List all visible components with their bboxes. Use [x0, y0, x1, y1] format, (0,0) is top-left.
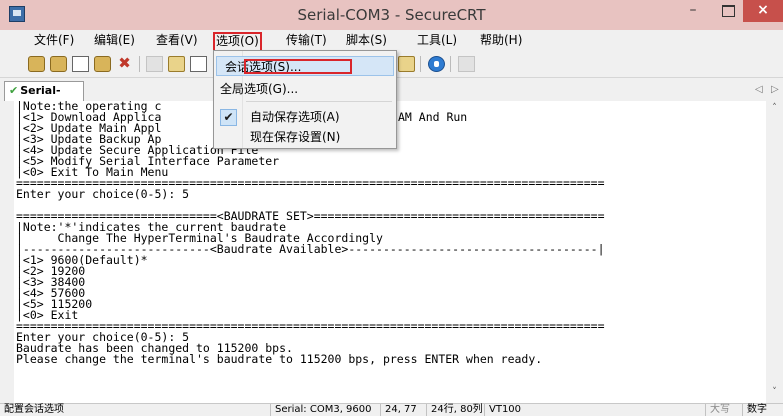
menu-item-label: 自动保存选项(A)	[250, 110, 340, 124]
terminal-line: Enter your choice(0-5): 5	[16, 187, 190, 201]
status-bar: 配置会话选项 Serial: COM3, 9600 24, 77 24行, 80…	[0, 403, 783, 416]
menu-item-save-settings-now[interactable]: 现在保存设置(N)	[250, 127, 340, 147]
status-row: 24,	[380, 404, 401, 416]
status-col: 77	[404, 404, 417, 415]
terminal-line-fragment: AM And Run	[398, 110, 468, 124]
print-icon[interactable]	[458, 56, 475, 72]
terminal-margin	[0, 101, 14, 403]
close-button[interactable]: ×	[743, 0, 783, 22]
maximize-button[interactable]	[713, 0, 743, 22]
status-message: 配置会话选项	[4, 404, 64, 415]
quick-connect-icon[interactable]	[50, 56, 67, 72]
securecrt-window: Serial-COM3 - SecureCRT – × 文件(F) 编辑(E) …	[0, 0, 783, 416]
menu-edit[interactable]: 编辑(E)	[94, 33, 135, 49]
keymap-icon[interactable]	[398, 56, 415, 72]
maximize-icon	[721, 5, 735, 17]
toolbar-separator	[420, 56, 421, 72]
connect-icon[interactable]	[28, 56, 45, 72]
status-caps: 大写	[705, 404, 730, 416]
menu-tools[interactable]: 工具(L)	[417, 33, 457, 49]
menu-options[interactable]: 选项(O)	[213, 32, 262, 52]
toolbar-separator	[450, 56, 451, 72]
menu-item-label: 全局选项(G)...	[220, 82, 299, 96]
scroll-up-icon[interactable]: ˄	[766, 103, 783, 117]
tab-scroll-left-icon[interactable]: ◁	[755, 84, 763, 95]
paste-icon[interactable]	[168, 56, 185, 72]
highlight-box	[244, 59, 352, 74]
menu-view[interactable]: 查看(V)	[156, 33, 198, 49]
menu-item-global-options[interactable]: 全局选项(G)...	[220, 79, 300, 99]
terminal-line: Please change the terminal's baudrate to…	[16, 352, 543, 366]
menu-bar: 文件(F) 编辑(E) 查看(V) 选项(O) 传输(T) 脚本(S) 工具(L…	[0, 30, 783, 52]
copy-icon[interactable]	[146, 56, 163, 72]
menu-transfer[interactable]: 传输(T)	[286, 33, 327, 49]
disconnect-icon[interactable]: ✖	[116, 56, 133, 72]
status-terminal-type: VT100	[484, 404, 521, 416]
minimize-button[interactable]: –	[673, 0, 713, 22]
menu-file[interactable]: 文件(F)	[34, 33, 74, 49]
options-dropdown-menu: 会话选项(S)... 全局选项(G)... ✔ 自动保存选项(A) 现在保存设置…	[213, 50, 397, 149]
tab-serial-com3[interactable]: ✔Serial-COM3	[4, 81, 84, 115]
scroll-down-icon[interactable]: ˅	[766, 387, 783, 401]
menu-script[interactable]: 脚本(S)	[346, 33, 387, 49]
checkmark-icon: ✔	[220, 109, 237, 126]
window-title: Serial-COM3 - SecureCRT	[297, 6, 486, 24]
vertical-scrollbar[interactable]: ˄ ˅	[766, 101, 783, 403]
status-num: 数字	[742, 404, 767, 416]
menu-separator	[246, 101, 392, 102]
title-bar[interactable]: Serial-COM3 - SecureCRT – ×	[0, 0, 783, 30]
menu-help[interactable]: 帮助(H)	[480, 33, 522, 49]
help-icon[interactable]	[428, 56, 445, 72]
find-icon[interactable]	[190, 56, 207, 72]
connected-check-icon: ✔	[9, 84, 19, 97]
status-size: 24行, 80列	[426, 404, 483, 416]
connect-in-tab-icon[interactable]	[72, 56, 89, 72]
reconnect-icon[interactable]	[94, 56, 111, 72]
tab-scroll-right-icon[interactable]: ▷	[771, 84, 779, 95]
toolbar-separator	[139, 56, 140, 72]
menu-item-label: 现在保存设置(N)	[250, 130, 341, 144]
status-connection: Serial: COM3, 9600	[270, 404, 372, 416]
menu-item-auto-save-options[interactable]: 自动保存选项(A)	[250, 107, 340, 127]
